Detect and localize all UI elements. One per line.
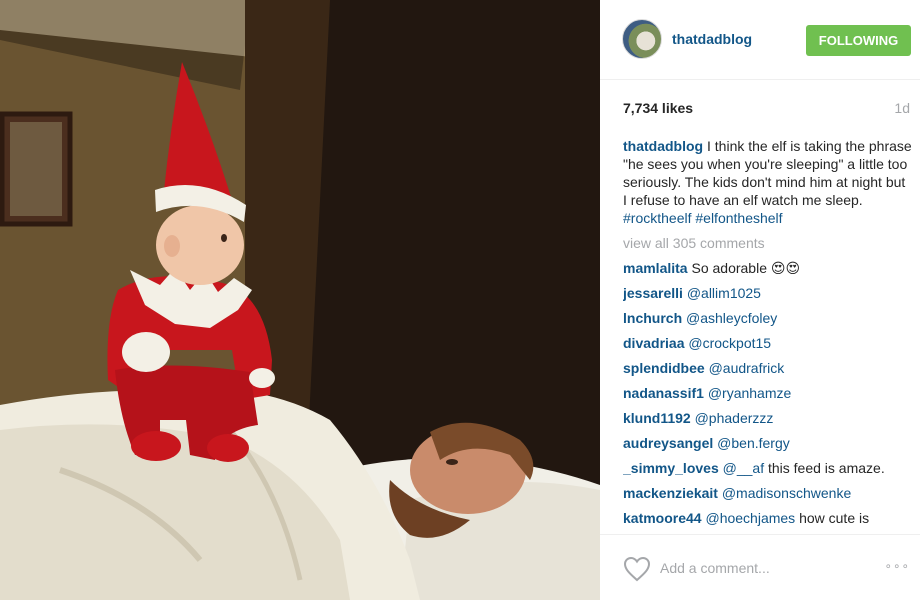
comment-mention[interactable]: @crockpot15 [684,335,771,351]
heart-outline-icon[interactable] [623,556,651,582]
comment-item: nadanassif1 @ryanhamze [623,384,913,402]
hashtag-link[interactable]: #elfontheshelf [695,210,782,226]
post-photo[interactable] [0,0,600,600]
comment-username[interactable]: divadriaa [623,335,684,351]
comment-item: audreysangel @ben.fergy [623,434,913,452]
comment-mention[interactable]: @hoechjames [702,510,795,526]
comment-username[interactable]: splendidbee [623,360,705,376]
caption-username[interactable]: thatdadblog [623,138,703,154]
comment-mention[interactable]: @phaderzzz [691,410,774,426]
comment-item: mamlalita So adorable 😍😍 [623,259,913,277]
following-button[interactable]: FOLLOWING [806,25,911,56]
comment-username[interactable]: katmoore44 [623,510,702,526]
comment-item: splendidbee @audrafrick [623,359,913,377]
comment-text: this feed is amaze. [764,460,885,476]
comment-footer: ∘∘∘ [600,534,920,600]
avatar[interactable] [622,19,662,59]
comment-item: klund1192 @phaderzzz [623,409,913,427]
comment-item: mackenziekait @madisonschwenke [623,484,913,502]
comment-item: katmoore44 @hoechjames how cute is [623,509,913,527]
comment-username[interactable]: audreysangel [623,435,713,451]
comment-item: _simmy_loves @__af this feed is amaze. [623,459,913,477]
comment-item: lnchurch @ashleycfoley [623,309,913,327]
comment-mention[interactable]: @ashleycfoley [682,310,777,326]
more-options-icon[interactable]: ∘∘∘ [884,559,910,573]
post-caption: thatdadblog I think the elf is taking th… [623,137,913,227]
post-header: thatdadblog FOLLOWING [600,0,920,80]
comments-list[interactable]: thatdadblog I think the elf is taking th… [623,137,913,534]
post-age[interactable]: 1d [894,100,910,116]
comment-username[interactable]: mackenziekait [623,485,718,501]
comment-mention[interactable]: @audrafrick [705,360,785,376]
post-username[interactable]: thatdadblog [672,31,752,47]
comment-mention[interactable]: @ben.fergy [713,435,790,451]
post-sidebar: thatdadblog FOLLOWING 7,734 likes 1d tha… [600,0,920,600]
hashtag-link[interactable]: #rocktheelf [623,210,691,226]
comment-mention[interactable]: @madisonschwenke [718,485,851,501]
comment-text: how cute is [795,510,870,526]
comment-item: divadriaa @crockpot15 [623,334,913,352]
comment-mention[interactable]: @ryanhamze [704,385,791,401]
comment-username[interactable]: mamlalita [623,260,688,276]
add-comment-input[interactable] [660,557,860,579]
likes-count[interactable]: 7,734 likes [623,100,693,116]
comment-item: jessarelli @allim1025 [623,284,913,302]
comment-username[interactable]: nadanassif1 [623,385,704,401]
comment-mention[interactable]: @__af [719,460,764,476]
comment-mention[interactable]: @allim1025 [683,285,761,301]
comment-username[interactable]: lnchurch [623,310,682,326]
view-all-comments-link[interactable]: view all 305 comments [623,234,913,252]
comment-text: So adorable 😍😍 [687,260,801,276]
post-photo-illustration [0,0,600,600]
comment-username[interactable]: klund1192 [623,410,691,426]
comment-username[interactable]: _simmy_loves [623,460,719,476]
comment-username[interactable]: jessarelli [623,285,683,301]
